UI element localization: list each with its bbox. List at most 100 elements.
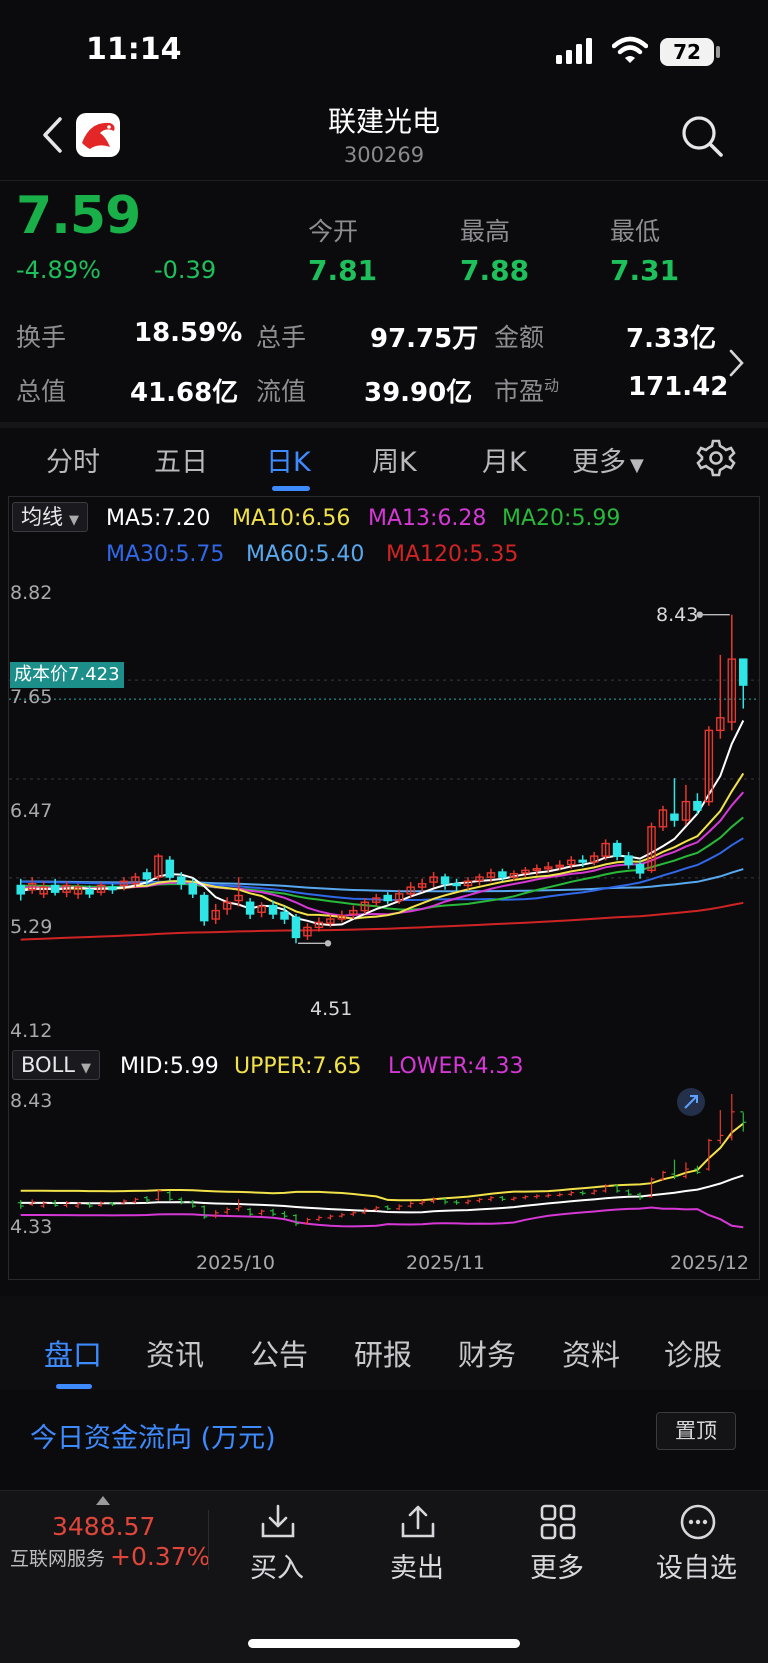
chevron-right-icon[interactable] xyxy=(728,348,746,378)
volume-label: 总手 xyxy=(256,323,307,352)
caret-down-icon: ▼ xyxy=(69,513,79,528)
grid-icon[interactable] xyxy=(538,1502,578,1542)
candle-body xyxy=(268,904,278,915)
boll-selector[interactable]: BOLL ▼ xyxy=(12,1050,100,1080)
x-axis-label-dec: 2025/12 xyxy=(670,1252,749,1274)
tab-more[interactable]: 更多 ▼ xyxy=(572,440,644,479)
boll-bar xyxy=(556,1192,563,1197)
stock-detail-page: 11:14 72 联建光电 300269 7.59 -4.89% -0.39 今… xyxy=(0,0,768,1663)
candle xyxy=(475,873,484,886)
fund-flow-title: 今日资金流向 (万元) xyxy=(30,1423,276,1454)
boll-bar xyxy=(327,1214,334,1220)
tab-news[interactable]: 资讯 xyxy=(146,1332,204,1374)
tab-weekly-k[interactable]: 周K xyxy=(372,440,417,479)
ma10-line xyxy=(20,772,745,920)
boll-bar xyxy=(350,1210,357,1217)
wifi-icon xyxy=(612,36,648,63)
tab-daily-k[interactable]: 日K xyxy=(266,440,311,479)
tab-five-day[interactable]: 五日 xyxy=(154,440,208,479)
boll-bar xyxy=(740,1111,747,1132)
candle-body xyxy=(693,800,702,811)
ma5-line xyxy=(20,720,745,927)
candle xyxy=(211,903,220,925)
bottom-tab-indicator xyxy=(56,1384,92,1389)
search-icon[interactable] xyxy=(680,114,724,158)
ma30-label: MA30:5.75 xyxy=(106,542,225,567)
candle xyxy=(257,902,266,918)
tab-handicap[interactable]: 盘口 xyxy=(44,1332,102,1374)
x-axis-label-oct: 2025/10 xyxy=(196,1252,275,1274)
boll-bar xyxy=(476,1198,483,1203)
tab-monthly-k[interactable]: 月K xyxy=(482,440,527,479)
tab-profile[interactable]: 资料 xyxy=(562,1332,620,1374)
candle-body xyxy=(199,894,209,922)
sector-index-change[interactable]: +0.37% xyxy=(110,1542,210,1571)
cost-price-tag: 成本价7.423 xyxy=(10,662,124,688)
kline-main-chart[interactable] xyxy=(9,576,759,1036)
tab-announcements[interactable]: 公告 xyxy=(250,1332,308,1374)
more-button[interactable]: 更多 xyxy=(530,1546,584,1585)
boll-mid-label: MID:5.99 xyxy=(120,1054,219,1079)
candle xyxy=(727,614,737,731)
expand-up-icon[interactable] xyxy=(96,1496,110,1505)
open-value: 7.81 xyxy=(308,254,378,287)
ma13-label: MA13:6.28 xyxy=(368,506,487,531)
boll-bar xyxy=(178,1197,185,1205)
boll-bar xyxy=(728,1094,735,1141)
boll-bar xyxy=(396,1204,403,1211)
ma-selector[interactable]: 均线 ▼ xyxy=(12,502,88,532)
stock-name: 联建光电 xyxy=(327,105,440,138)
candle xyxy=(222,897,232,915)
candle xyxy=(716,654,725,739)
tab-active-indicator xyxy=(272,486,310,491)
download-icon[interactable] xyxy=(258,1502,298,1542)
boll-bar xyxy=(189,1200,196,1208)
buy-button[interactable]: 买入 xyxy=(250,1546,304,1585)
turnover-label: 换手 xyxy=(16,323,67,352)
volume-value: 97.75万 xyxy=(370,324,479,354)
boll-bar xyxy=(63,1201,70,1208)
boll-bar xyxy=(682,1162,689,1179)
candle-body xyxy=(177,876,186,885)
y-axis-tick-4: 5.29 xyxy=(10,916,53,938)
candle-body xyxy=(739,658,748,686)
candle-body xyxy=(85,888,94,895)
header-divider xyxy=(0,180,768,181)
pin-top-button[interactable]: 置顶 xyxy=(656,1412,736,1450)
candle xyxy=(452,878,461,891)
ma5-label: MA5:7.20 xyxy=(106,506,211,531)
boll-bar xyxy=(717,1110,724,1144)
candle xyxy=(429,872,438,888)
boll-bar xyxy=(568,1190,575,1196)
add-watchlist-button[interactable]: 设自选 xyxy=(656,1546,737,1585)
candle-body xyxy=(165,859,175,878)
boll-bar xyxy=(384,1205,391,1211)
sell-button[interactable]: 卖出 xyxy=(390,1546,444,1585)
open-label: 今开 xyxy=(308,217,359,246)
x-axis-label-nov: 2025/11 xyxy=(406,1252,485,1274)
candle xyxy=(612,840,622,861)
boll-bar xyxy=(292,1214,299,1226)
upload-icon[interactable] xyxy=(398,1502,438,1542)
tab-research[interactable]: 研报 xyxy=(354,1332,412,1374)
candle-body xyxy=(670,813,679,821)
status-time: 11:14 xyxy=(86,32,182,67)
candle-body xyxy=(291,916,301,939)
candle xyxy=(108,883,117,894)
tab-financials[interactable]: 财务 xyxy=(458,1332,516,1374)
boll-bar xyxy=(258,1209,265,1216)
candle-body xyxy=(635,863,645,874)
sector-index-name[interactable]: 互联网服务 xyxy=(10,1544,105,1571)
boll-lower-line xyxy=(20,1206,744,1229)
candle xyxy=(440,873,450,890)
signal-icon xyxy=(556,38,592,64)
ma120-label: MA120:5.35 xyxy=(386,542,519,567)
more-circle-icon[interactable] xyxy=(678,1502,718,1542)
boll-chart[interactable] xyxy=(9,1086,759,1242)
float-value: 39.90亿 xyxy=(364,378,473,408)
tab-intraday[interactable]: 分时 xyxy=(46,440,100,479)
gear-icon[interactable] xyxy=(696,438,736,478)
candle xyxy=(291,913,301,944)
sector-index-value[interactable]: 3488.57 xyxy=(52,1512,155,1541)
tab-diagnosis[interactable]: 诊股 xyxy=(664,1332,722,1374)
